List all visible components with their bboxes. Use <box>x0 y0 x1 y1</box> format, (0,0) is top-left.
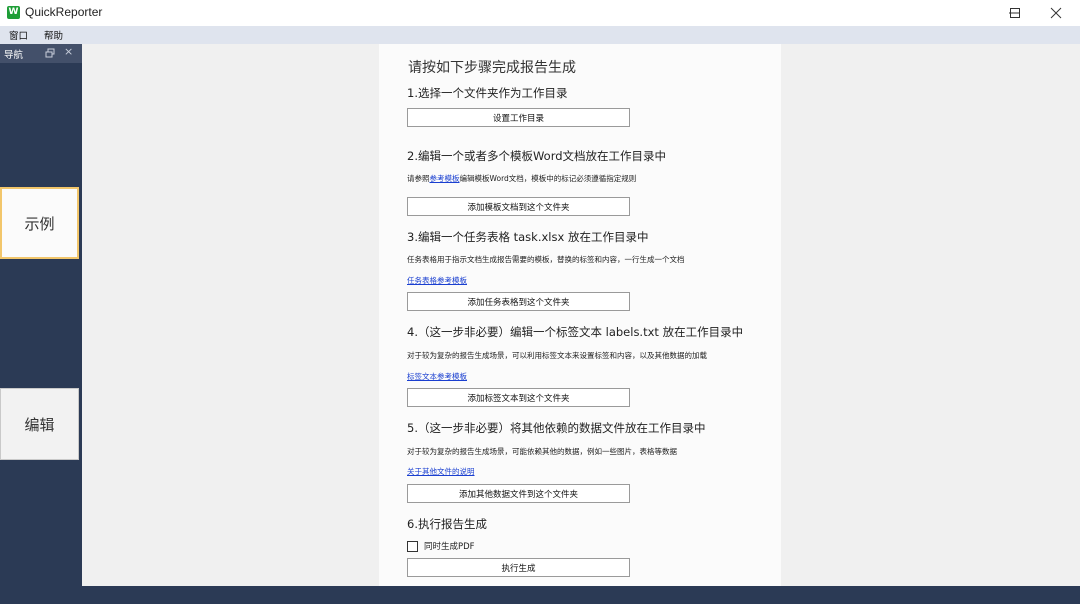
page-heading: 请按如下步骤完成报告生成 <box>408 60 576 76</box>
generate-pdf-checkbox[interactable] <box>407 540 418 552</box>
task-template-link[interactable]: 任务表格参考模板 <box>407 275 467 286</box>
nav-panel: 导航 × 示例 编辑 <box>0 44 82 604</box>
add-data-files-button[interactable]: 添加其他数据文件到这个文件夹 <box>407 484 630 503</box>
step2-title: 2.编辑一个或者多个模板Word文档放在工作目录中 <box>407 149 667 163</box>
run-generate-button[interactable]: 执行生成 <box>407 558 630 577</box>
step3-desc: 任务表格用于指示文档生成报告需要的模板，替换的标签和内容，一行生成一个文档 <box>407 255 685 264</box>
add-labels-button[interactable]: 添加标签文本到这个文件夹 <box>407 388 630 407</box>
menu-window[interactable]: 窗口 <box>9 28 28 42</box>
step3-title: 3.编辑一个任务表格 task.xlsx 放在工作目录中 <box>407 230 649 244</box>
nav-example-button[interactable]: 示例 <box>0 187 79 259</box>
app-title: QuickReporter <box>25 5 103 19</box>
menu-bar: 窗口 帮助 <box>0 26 1080 44</box>
maximize-icon <box>1010 8 1020 18</box>
nav-close-icon[interactable]: × <box>64 45 73 58</box>
menu-help[interactable]: 帮助 <box>44 28 63 42</box>
float-panel-icon[interactable] <box>45 48 55 58</box>
status-bar <box>0 586 1080 604</box>
other-files-link[interactable]: 关于其他文件的说明 <box>407 466 475 477</box>
maximize-button[interactable] <box>992 0 1036 26</box>
close-icon <box>1050 7 1062 19</box>
main-area: 请按如下步骤完成报告生成 1.选择一个文件夹作为工作目录 设置工作目录 2.编辑… <box>82 44 1080 586</box>
steps-content: 请按如下步骤完成报告生成 1.选择一个文件夹作为工作目录 设置工作目录 2.编辑… <box>379 44 781 586</box>
reference-template-link[interactable]: 参考模板 <box>430 174 460 183</box>
generate-pdf-label[interactable]: 同时生成PDF <box>424 540 475 552</box>
step5-title: 5.（这一步非必要）将其他依赖的数据文件放在工作目录中 <box>407 421 706 435</box>
app-logo-icon: W <box>7 6 20 19</box>
nav-header: 导航 × <box>0 44 82 63</box>
pdf-option-row: 同时生成PDF <box>407 540 475 552</box>
step6-title: 6.执行报告生成 <box>407 517 487 531</box>
labels-template-link[interactable]: 标签文本参考模板 <box>407 371 467 382</box>
step4-title: 4.（这一步非必要）编辑一个标签文本 labels.txt 放在工作目录中 <box>407 325 744 339</box>
nav-title: 导航 <box>4 50 24 61</box>
nav-edit-button[interactable]: 编辑 <box>0 388 79 460</box>
add-task-table-button[interactable]: 添加任务表格到这个文件夹 <box>407 292 630 311</box>
step4-desc: 对于较为复杂的报告生成场景，可以利用标签文本来设置标签和内容，以及其他数据的加载 <box>407 351 707 360</box>
close-window-button[interactable] <box>1036 0 1080 26</box>
step1-title: 1.选择一个文件夹作为工作目录 <box>407 86 568 100</box>
add-template-button[interactable]: 添加模板文档到这个文件夹 <box>407 197 630 216</box>
title-bar: W QuickReporter <box>0 0 1080 26</box>
set-workdir-button[interactable]: 设置工作目录 <box>407 108 630 127</box>
step2-desc: 请参照参考模板编辑模板Word文档，模板中的标记必须遵循指定规则 <box>407 174 637 183</box>
step5-desc: 对于较为复杂的报告生成场景，可能依赖其他的数据，例如一些图片，表格等数据 <box>407 447 677 456</box>
